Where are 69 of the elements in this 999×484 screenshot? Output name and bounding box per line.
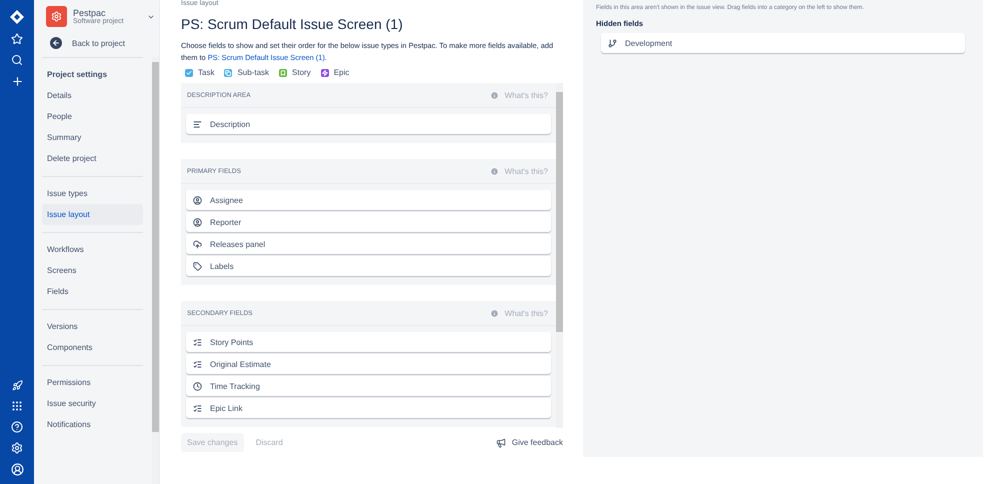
sidebar-item[interactable]: Issue types: [42, 183, 143, 204]
sidebar-item[interactable]: Issue security: [42, 393, 143, 414]
cloud-upload-icon: [193, 240, 202, 248]
branch-icon: [608, 38, 617, 48]
field-label: Epic Link: [210, 404, 242, 412]
sidebar-item[interactable]: Details: [42, 85, 143, 106]
list-icon: [193, 360, 202, 368]
list-icon: [193, 338, 202, 346]
megaphone-icon: [496, 438, 506, 448]
logo-icon[interactable]: [10, 10, 24, 24]
search-icon[interactable]: [11, 54, 23, 66]
sidebar-item[interactable]: Delete project: [42, 148, 143, 169]
field-label: Assignee: [210, 196, 243, 204]
sidebar-scrollbar[interactable]: [152, 57, 159, 484]
sidebar-heading: Project settings: [46, 69, 108, 81]
field-card[interactable]: Development: [601, 33, 965, 53]
sidebar-item[interactable]: Fields: [42, 281, 143, 302]
issue-type-label: Story: [292, 68, 311, 77]
back-link[interactable]: Back to project: [42, 27, 159, 57]
settings-icon[interactable]: [11, 442, 23, 454]
field-label: Releases panel: [210, 240, 266, 248]
sidebar-item[interactable]: Notifications: [42, 414, 143, 435]
field-label: Reporter: [210, 218, 242, 226]
project-avatar-icon: [46, 6, 67, 27]
list-icon: [193, 404, 202, 412]
give-feedback-link[interactable]: Give feedback: [496, 438, 563, 448]
sidebar-item[interactable]: Components: [42, 337, 143, 358]
field-label: Story Points: [210, 338, 254, 346]
user-icon: [193, 196, 202, 204]
sidebar-item[interactable]: Issue layout: [42, 204, 143, 225]
field-label: Time Tracking: [210, 382, 260, 390]
sidebar-item[interactable]: Workflows: [42, 239, 143, 260]
tag-icon: [193, 262, 202, 270]
scrollbar[interactable]: [556, 83, 563, 428]
plus-icon[interactable]: [10, 75, 24, 88]
clock-icon: [193, 382, 202, 390]
field-card[interactable]: Reporter: [186, 212, 551, 232]
star-icon[interactable]: [11, 33, 23, 45]
project-name: Pestpac: [73, 8, 106, 18]
info-icon: [490, 90, 499, 100]
field-label: Description: [210, 120, 250, 128]
issue-type-label: Task: [198, 68, 214, 77]
field-card[interactable]: Original Estimate: [186, 354, 551, 374]
field-label: Development: [625, 38, 672, 48]
field-label: Original Estimate: [210, 360, 271, 368]
field-card[interactable]: Description: [186, 114, 551, 134]
info-icon: [490, 166, 499, 176]
field-card[interactable]: Story Points: [186, 332, 551, 352]
field-card[interactable]: Epic Link: [186, 398, 551, 418]
sidebar-item[interactable]: Screens: [42, 260, 143, 281]
field-card[interactable]: Releases panel: [186, 234, 551, 254]
sidebar-item[interactable]: People: [42, 106, 143, 127]
issue-type-label: Epic: [334, 68, 350, 77]
help-icon[interactable]: [11, 421, 23, 433]
lines-icon: [193, 120, 202, 128]
field-label: Labels: [210, 262, 234, 270]
issue-type-label: Sub-task: [237, 68, 270, 77]
sidebar-item[interactable]: Versions: [42, 316, 143, 337]
user-icon: [193, 218, 202, 226]
sidebar-item[interactable]: Summary: [42, 127, 143, 148]
avatar-icon[interactable]: [10, 463, 24, 476]
page-title: PS: Scrum Default Issue Screen (1): [181, 16, 404, 32]
sidebar-item[interactable]: Permissions: [42, 372, 143, 393]
info-icon: [490, 308, 499, 318]
app-grid-icon[interactable]: [11, 400, 23, 412]
field-card[interactable]: Assignee: [186, 190, 551, 210]
rocket-icon[interactable]: [12, 380, 22, 391]
field-card[interactable]: Labels: [186, 256, 551, 276]
field-card[interactable]: Time Tracking: [186, 376, 551, 396]
